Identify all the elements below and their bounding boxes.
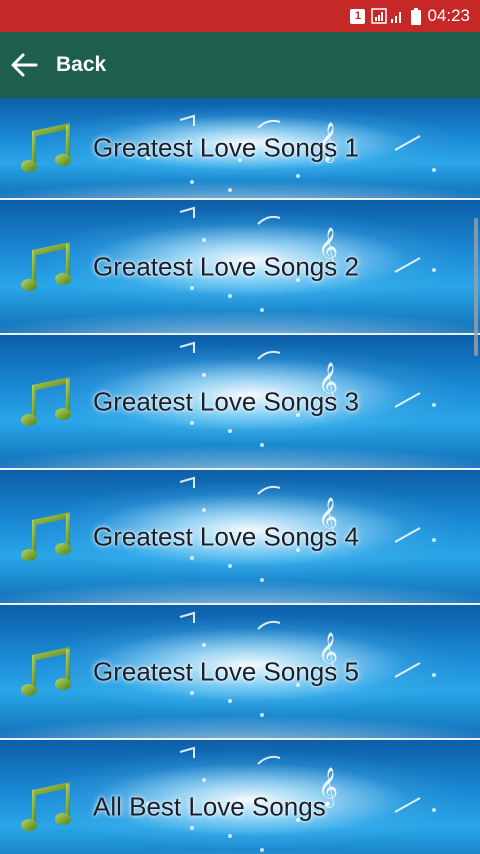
item-label: Greatest Love Songs 5: [93, 656, 359, 686]
music-note-icon: [21, 511, 71, 561]
app-bar: Back: [0, 32, 480, 98]
list-item[interactable]: 𝄞 All Best Love Songs: [0, 740, 480, 854]
music-note-icon: [21, 781, 71, 831]
list-item[interactable]: 𝄞 Greatest Love Songs 4: [0, 470, 480, 605]
music-note-icon: [21, 241, 71, 291]
back-button[interactable]: Back: [0, 32, 106, 98]
battery-icon: [411, 7, 422, 25]
notification-icon: 1: [350, 8, 366, 24]
back-label: Back: [56, 53, 107, 76]
music-note-icon: [21, 123, 71, 172]
item-label: Greatest Love Songs 3: [93, 386, 359, 416]
item-label: All Best Love Songs: [93, 791, 326, 821]
scrollbar[interactable]: [474, 218, 478, 356]
arrow-left-icon: [11, 53, 38, 77]
item-label: Greatest Love Songs 1: [93, 132, 359, 163]
song-list[interactable]: 𝄞 Greatest Love Songs 1 𝄞 Greatest Love …: [0, 98, 480, 854]
status-bar: 1 04:23: [0, 0, 480, 32]
music-note-icon: [21, 376, 71, 426]
status-time: 04:23: [427, 6, 470, 25]
item-label: Greatest Love Songs 4: [93, 521, 359, 551]
signal-icon: [371, 8, 405, 24]
music-note-icon: [21, 646, 71, 696]
list-item[interactable]: 𝄞 Greatest Love Songs 5: [0, 605, 480, 740]
list-item[interactable]: 𝄞 Greatest Love Songs 2: [0, 200, 480, 335]
item-label: Greatest Love Songs 2: [93, 251, 359, 281]
list-item[interactable]: 𝄞 Greatest Love Songs 1: [0, 98, 480, 200]
list-item[interactable]: 𝄞 Greatest Love Songs 3: [0, 335, 480, 470]
